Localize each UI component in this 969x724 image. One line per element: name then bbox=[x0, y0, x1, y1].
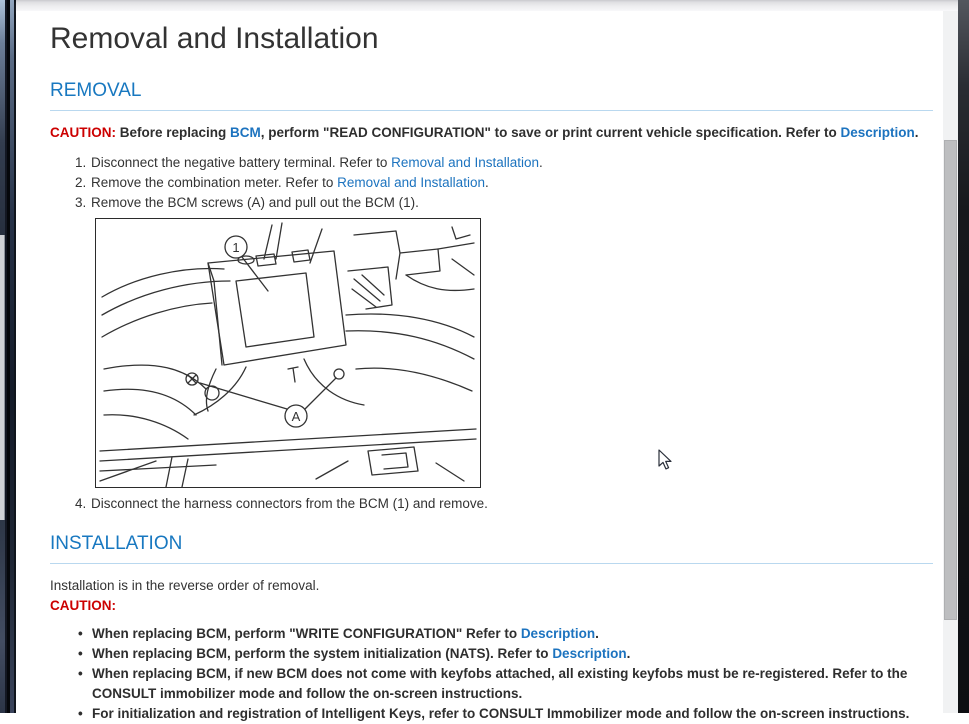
installation-section-heading: INSTALLATION bbox=[50, 532, 933, 564]
installation-bullet-list: • When replacing BCM, perform "WRITE CON… bbox=[50, 624, 933, 724]
page-title: Removal and Installation bbox=[50, 22, 379, 55]
step-text: Remove the BCM screws (A) and pull out t… bbox=[91, 195, 419, 210]
bullet-item-3: • When replacing BCM, if new BCM does no… bbox=[50, 664, 933, 704]
removal-step-4-wrap: 4. Disconnect the harness connectors fro… bbox=[50, 494, 933, 514]
description-link[interactable]: Description bbox=[840, 125, 914, 140]
installation-caution-label-line: CAUTION: bbox=[50, 596, 933, 616]
figure-callout-1: 1 bbox=[232, 240, 239, 255]
step-text: Remove the combination meter. Refer to R… bbox=[91, 175, 489, 190]
description-link[interactable]: Description bbox=[552, 646, 626, 661]
caution-text-end: . bbox=[914, 125, 919, 140]
step-3: 3. Remove the BCM screws (A) and pull ou… bbox=[50, 193, 933, 213]
right-window-edge bbox=[958, 0, 969, 713]
removal-section-heading: REMOVAL bbox=[50, 79, 933, 111]
caution-label: CAUTION: bbox=[50, 125, 116, 140]
removal-steps-list: 1. Disconnect the negative battery termi… bbox=[50, 153, 933, 213]
bullet-text: When replacing BCM, perform the system i… bbox=[92, 646, 631, 661]
bullet-item-2: • When replacing BCM, perform the system… bbox=[50, 644, 933, 664]
step-2: 2. Remove the combination meter. Refer t… bbox=[50, 173, 933, 193]
bullet-text: When replacing BCM, if new BCM does not … bbox=[92, 666, 908, 701]
bcm-link[interactable]: BCM bbox=[230, 125, 261, 140]
step-text: Disconnect the negative battery terminal… bbox=[91, 155, 543, 170]
step-number: 4. bbox=[75, 496, 87, 511]
bullet-marker: • bbox=[78, 666, 83, 681]
removal-installation-link[interactable]: Removal and Installation bbox=[337, 175, 485, 190]
step-4: 4. Disconnect the harness connectors fro… bbox=[50, 494, 933, 514]
bullet-item-4: • For initialization and registration of… bbox=[50, 704, 933, 724]
description-link[interactable]: Description bbox=[521, 626, 595, 641]
background-window-scrollbar bbox=[0, 235, 5, 520]
bullet-text: When replacing BCM, perform "WRITE CONFI… bbox=[92, 626, 599, 641]
bullet-marker: • bbox=[78, 646, 83, 661]
vertical-scrollbar-thumb[interactable] bbox=[944, 140, 957, 620]
vertical-scrollbar-track[interactable] bbox=[943, 11, 958, 713]
bullet-text: For initialization and registration of I… bbox=[92, 706, 910, 721]
step-number: 2. bbox=[75, 175, 87, 190]
step-1: 1. Disconnect the negative battery termi… bbox=[50, 153, 933, 173]
installation-intro: Installation is in the reverse order of … bbox=[50, 578, 320, 593]
caution-text-2: , perform "READ CONFIGURATION" to save o… bbox=[260, 125, 841, 140]
removal-installation-link[interactable]: Removal and Installation bbox=[391, 155, 539, 170]
browser-chrome-bottom-bar bbox=[16, 0, 958, 11]
bcm-location-figure: 1 A bbox=[95, 218, 481, 488]
bullet-marker: • bbox=[78, 706, 83, 721]
step-text: Disconnect the harness connectors from t… bbox=[91, 496, 488, 511]
figure-callout-a: A bbox=[292, 409, 301, 424]
caution-text: Before replacing bbox=[116, 125, 231, 140]
caution-label: CAUTION: bbox=[50, 598, 116, 613]
bullet-item-1: • When replacing BCM, perform "WRITE CON… bbox=[50, 624, 933, 644]
step-number: 1. bbox=[75, 155, 87, 170]
step-number: 3. bbox=[75, 195, 87, 210]
document-content: Removal and Installation REMOVAL CAUTION… bbox=[16, 11, 943, 721]
removal-caution: CAUTION: Before replacing BCM, perform "… bbox=[50, 123, 933, 143]
bullet-marker: • bbox=[78, 626, 83, 641]
